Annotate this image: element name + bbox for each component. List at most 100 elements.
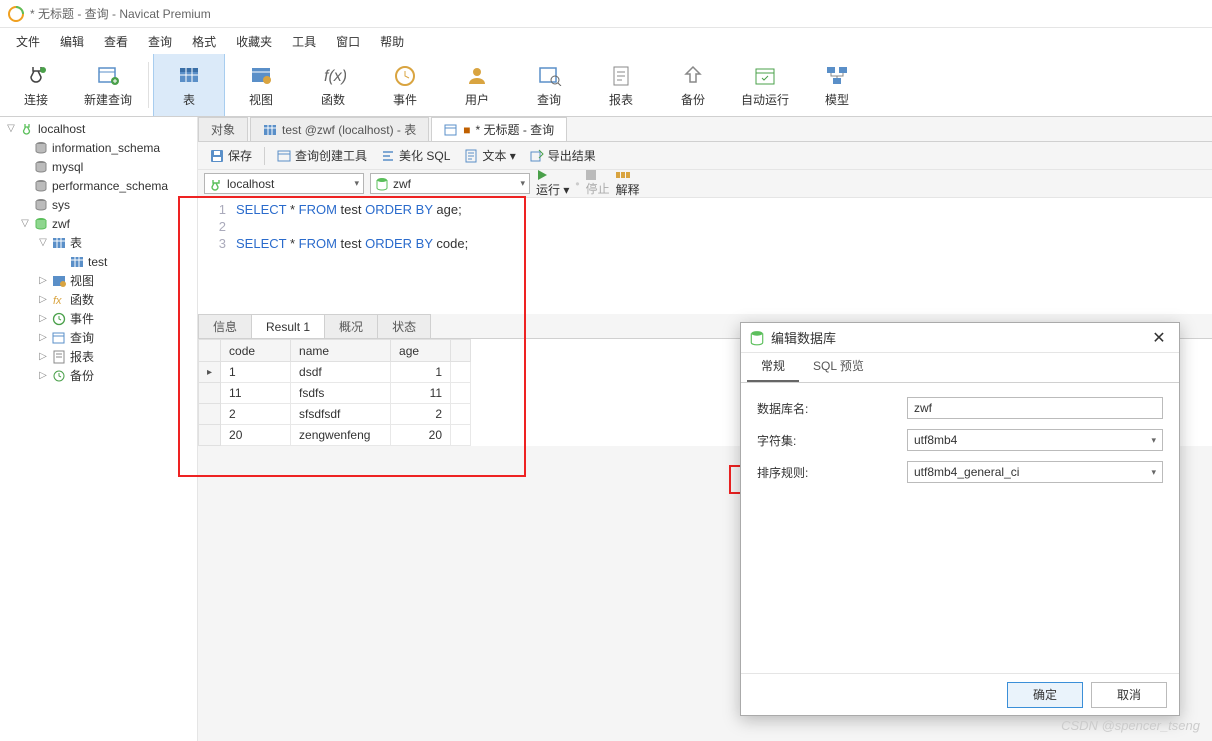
charset-combo[interactable]: utf8mb4▾ [907,429,1163,451]
toolbar-backup-button[interactable]: 备份 [657,54,729,116]
menu-窗口[interactable]: 窗口 [326,29,370,54]
tree-backup[interactable]: ▷备份 [0,366,197,385]
run-bar: localhost▾ zwf▾ 运行 ▾ • 停止 解释 [198,170,1212,198]
menu-格式[interactable]: 格式 [182,29,226,54]
window-title: * 无标题 - 查询 - Navicat Premium [30,5,1204,22]
export-button[interactable]: 导出结果 [524,145,602,166]
tree-db-information_schema[interactable]: information_schema [0,138,197,157]
toolbar-query-button[interactable]: 查询 [513,54,585,116]
report-icon [50,350,68,364]
line-gutter: 123 [198,198,232,314]
tree-db-zwf[interactable]: ▽zwf [0,214,197,233]
clock-icon [50,312,68,326]
menu-收藏夹[interactable]: 收藏夹 [226,29,282,54]
tree-report[interactable]: ▷报表 [0,347,197,366]
sql-editor[interactable]: 123 SELECT * FROM test ORDER BY age; SEL… [198,198,1212,314]
text-button[interactable]: 文本 ▾ [458,145,521,166]
toolbar-newquery-button[interactable]: 新建查询 [72,54,144,116]
tree-fx[interactable]: ▷fx函数 [0,290,197,309]
db-icon [32,141,50,155]
db-icon [32,160,50,174]
tab[interactable]: 对象 [198,117,248,141]
explain-button[interactable]: 解释 [616,169,640,198]
dialog-tab[interactable]: 常规 [747,351,799,382]
toolbar-fx-button[interactable]: f(x)函数 [297,54,369,116]
twisty-icon: ▽ [36,237,50,248]
chevron-down-icon: ▾ [1151,467,1156,478]
db-icon [32,198,50,212]
collate-combo[interactable]: utf8mb4_general_ci▾ [907,461,1163,483]
sidebar-tree[interactable]: ▽localhostinformation_schemamysqlperform… [0,117,198,741]
close-button[interactable]: ✕ [1147,328,1171,348]
code-area[interactable]: SELECT * FROM test ORDER BY age; SELECT … [232,198,1212,314]
editor-tabstrip: 对象test @zwf (localhost) - 表■* 无标题 - 查询 [198,117,1212,142]
menu-文件[interactable]: 文件 [6,29,50,54]
backup-icon [50,369,68,383]
table-row[interactable]: 2sfsdfsdf2 [199,404,471,425]
svg-text:fx: fx [53,295,62,307]
toolbar-user-button[interactable]: 用户 [441,54,513,116]
tree-db-sys[interactable]: sys [0,195,197,214]
menu-查询[interactable]: 查询 [138,29,182,54]
tree-table[interactable]: ▽表 [0,233,197,252]
toolbar-report-button[interactable]: 报表 [585,54,657,116]
table-icon [68,255,86,269]
menu-查看[interactable]: 查看 [94,29,138,54]
tree-view[interactable]: ▷视图 [0,271,197,290]
dialog-title: 编辑数据库 [771,328,1147,347]
col-code[interactable]: code [221,340,291,362]
toolbar-model-button[interactable]: 模型 [801,54,873,116]
database-combo[interactable]: zwf▾ [370,173,530,194]
title-bar: * 无标题 - 查询 - Navicat Premium [0,0,1212,28]
run-button[interactable]: 运行 ▾ [536,169,569,198]
tab[interactable]: ■* 无标题 - 查询 [431,117,567,141]
tree-db-mysql[interactable]: mysql [0,157,197,176]
tree-db-performance_schema[interactable]: performance_schema [0,176,197,195]
stop-icon [586,170,596,180]
table-row[interactable]: ▸1dsdf1 [199,362,471,383]
tree-item-test[interactable]: test [0,252,197,271]
tree-query[interactable]: ▷查询 [0,328,197,347]
col-age[interactable]: age [391,340,451,362]
query-icon [50,331,68,345]
table-icon [50,236,68,250]
tab[interactable]: test @zwf (localhost) - 表 [250,117,429,141]
db-name-input[interactable]: zwf [907,397,1163,419]
table-row[interactable]: 20zengwenfeng20 [199,425,471,446]
plug-icon [23,63,49,87]
dirty-indicator: ■ [463,123,470,137]
table-icon [263,123,277,137]
toolbar-table-button[interactable]: 表 [153,54,225,116]
clock-icon [392,63,418,87]
stop-button: 停止 [586,170,610,197]
query-icon [444,123,458,137]
table-row[interactable]: 11fsdfs11 [199,383,471,404]
dialog-tab[interactable]: SQL 预览 [799,351,878,382]
chevron-down-icon: ▾ [520,178,525,189]
result-tab[interactable]: 信息 [198,314,252,338]
toolbar-clock-button[interactable]: 事件 [369,54,441,116]
menu-编辑[interactable]: 编辑 [50,29,94,54]
user-icon [464,63,490,87]
result-tab[interactable]: 状态 [377,314,431,338]
menu-帮助[interactable]: 帮助 [370,29,414,54]
explain-icon [616,169,630,181]
query-toolbar: 保存 查询创建工具 美化 SQL 文本 ▾ 导出结果 [198,142,1212,170]
col-name[interactable]: name [291,340,391,362]
cancel-button[interactable]: 取消 [1091,682,1167,708]
tree-connection[interactable]: ▽localhost [0,119,197,138]
ok-button[interactable]: 确定 [1007,682,1083,708]
menu-工具[interactable]: 工具 [282,29,326,54]
save-button[interactable]: 保存 [204,145,258,166]
result-tab[interactable]: 概况 [324,314,378,338]
chevron-down-icon: ▾ [1151,435,1156,446]
toolbar-view-button[interactable]: 视图 [225,54,297,116]
toolbar-plug-button[interactable]: 连接 [0,54,72,116]
beautify-button[interactable]: 美化 SQL [375,145,456,166]
twisty-icon: ▷ [36,294,50,305]
connection-combo[interactable]: localhost▾ [204,173,364,194]
toolbar-schedule-button[interactable]: 自动运行 [729,54,801,116]
tree-clock[interactable]: ▷事件 [0,309,197,328]
builder-button[interactable]: 查询创建工具 [271,145,373,166]
result-tab[interactable]: Result 1 [251,314,325,338]
